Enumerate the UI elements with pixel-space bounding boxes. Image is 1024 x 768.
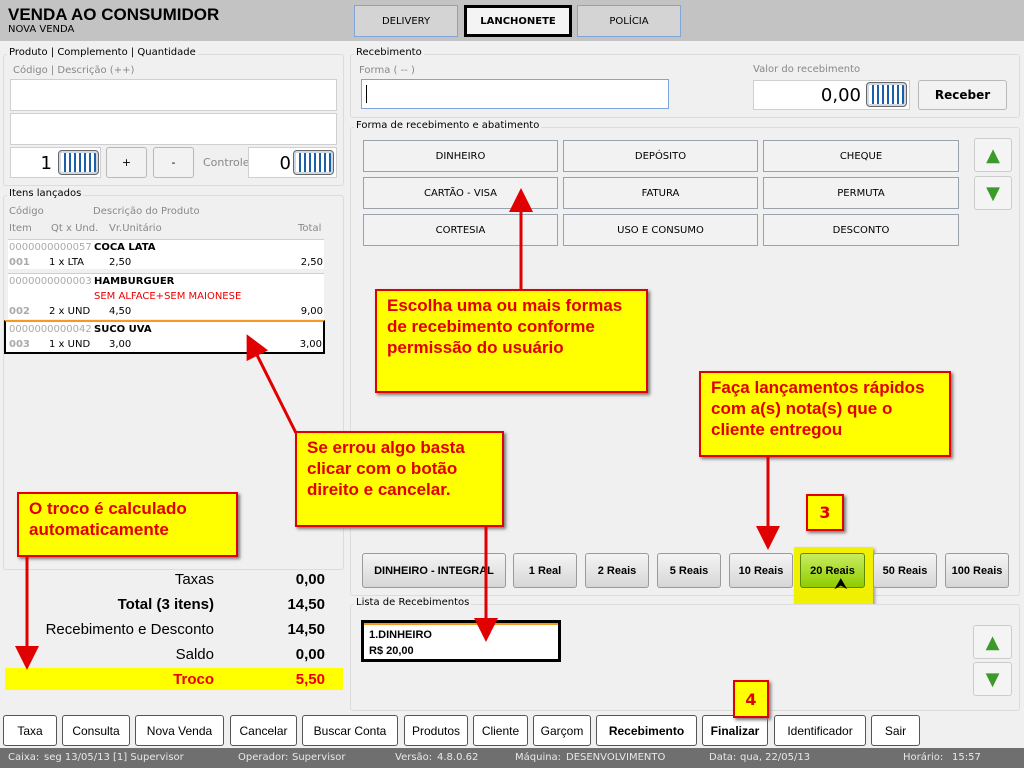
annotation-arrows [15,188,780,670]
arrow-to-item [246,334,298,434]
